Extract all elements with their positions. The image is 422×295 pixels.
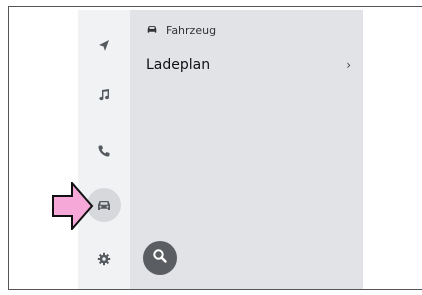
search-icon <box>152 248 168 268</box>
sidebar-item-music[interactable] <box>88 79 120 111</box>
sidebar <box>78 10 130 289</box>
main-panel: Fahrzeug Ladeplan › <box>130 10 363 289</box>
car-icon <box>146 24 158 37</box>
sidebar-item-settings[interactable] <box>88 243 120 275</box>
pointer-arrow-icon <box>52 180 94 234</box>
frame-bottom-border <box>8 289 422 290</box>
breadcrumb-label: Fahrzeug <box>166 24 217 37</box>
sidebar-item-phone[interactable] <box>88 135 120 167</box>
navigation-icon <box>97 39 111 53</box>
breadcrumb: Fahrzeug <box>146 24 216 37</box>
list-item-label: Ladeplan <box>146 57 211 73</box>
frame-top-border <box>8 6 422 7</box>
music-note-icon <box>97 88 111 102</box>
list-item-ladeplan[interactable]: Ladeplan › <box>146 54 351 76</box>
search-button[interactable] <box>143 241 177 275</box>
chevron-right-icon: › <box>346 58 351 72</box>
sidebar-item-navigation[interactable] <box>88 30 120 62</box>
frame-left-border <box>8 6 9 290</box>
gear-icon <box>97 252 111 266</box>
phone-icon <box>97 144 111 158</box>
car-icon <box>96 198 112 212</box>
